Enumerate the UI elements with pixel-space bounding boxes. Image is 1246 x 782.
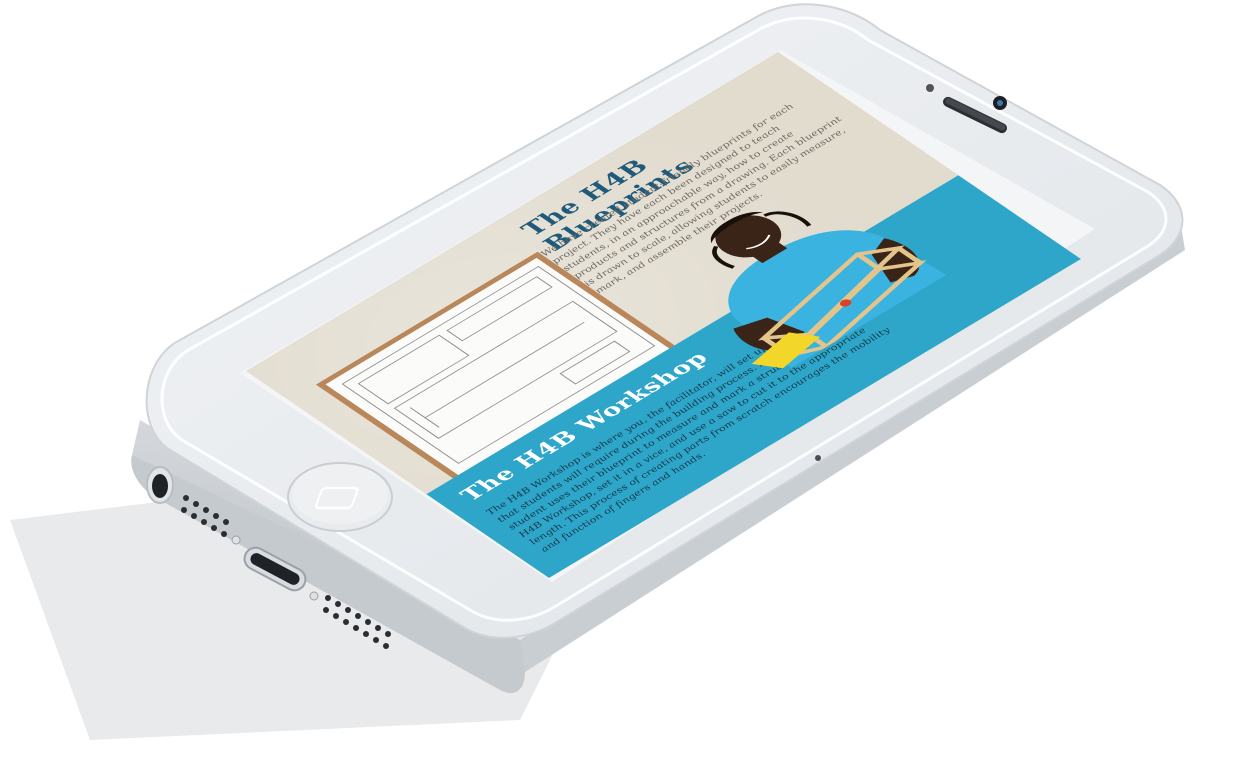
camera-lens-icon — [993, 96, 1007, 110]
headphone-jack — [146, 466, 174, 504]
home-button[interactable] — [287, 462, 393, 532]
proximity-sensor — [926, 84, 934, 92]
device-mockup-stage: The H4B Blueprints We have created stude… — [0, 0, 1246, 782]
